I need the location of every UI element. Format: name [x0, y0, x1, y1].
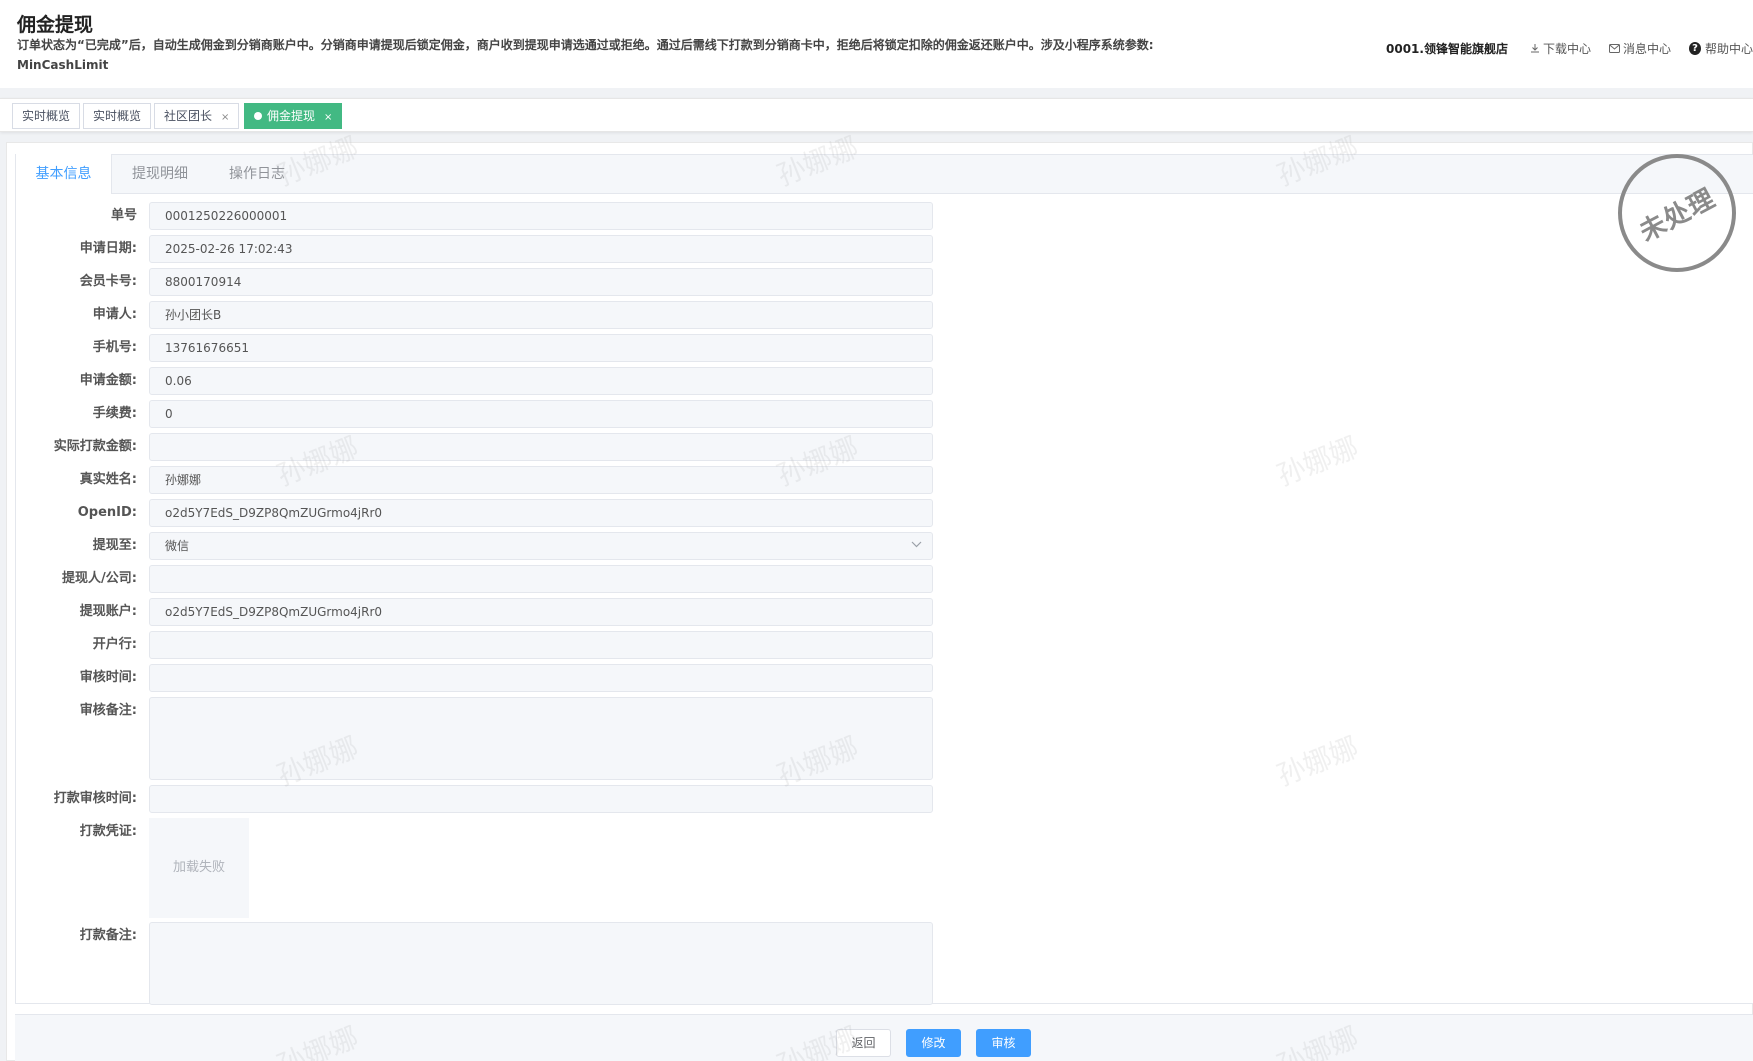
message-center-label: 消息中心 — [1622, 41, 1671, 56]
audit-remark-textarea[interactable] — [149, 697, 933, 780]
audit-time-label: 审核时间: — [79, 670, 137, 685]
pay-voucher-label: 打款凭证: — [79, 824, 137, 839]
store-name[interactable]: 0001.领锋智能旗舰店 — [1386, 40, 1508, 57]
page-tab-community-leader[interactable]: 社区团长 × — [154, 103, 240, 129]
openid-field[interactable]: o2d5Y7EdS_D9ZP8QmZUGrmo4jRr0 — [149, 499, 933, 527]
active-dot-icon — [254, 112, 262, 120]
page-tab-strip: 实时概览 实时概览 社区团长 × 佣金提现 × — [0, 98, 1753, 132]
page-header: 佣金提现 订单状态为“已完成”后，自动生成佣金到分销商账户中。分销商申请提现后锁… — [0, 0, 1753, 88]
page-description: 订单状态为“已完成”后，自动生成佣金到分销商账户中。分销商申请提现后锁定佣金，商… — [17, 38, 1154, 72]
applicant-label: 申请人: — [92, 307, 137, 322]
openid-label: OpenID: — [77, 505, 137, 520]
withdraw-to-label: 提现至: — [92, 538, 137, 553]
real-name-field[interactable]: 孙娜娜 — [149, 466, 933, 494]
mail-icon — [1608, 43, 1620, 53]
page-tab-label: 实时概览 — [22, 109, 71, 123]
page-tab-label: 佣金提现 — [267, 109, 316, 123]
apply-date-field[interactable]: 2025-02-26 17:02:43 — [149, 235, 933, 263]
status-stamp-text: 未处理 — [1635, 182, 1721, 248]
edit-button[interactable]: 修改 — [906, 1029, 961, 1057]
page-tab-label: 社区团长 — [164, 109, 213, 123]
phone-field[interactable]: 13761676651 — [149, 334, 933, 362]
pay-audit-time-field[interactable] — [149, 785, 933, 813]
basic-info-form: 单号 0001250226000001 申请日期: 2025-02-26 17:… — [15, 194, 1753, 1005]
chevron-down-icon — [911, 541, 922, 548]
fee-field[interactable]: 0 — [149, 400, 933, 428]
download-center-label: 下载中心 — [1542, 41, 1591, 56]
close-icon[interactable]: × — [324, 112, 332, 123]
pay-remark-label: 打款备注: — [79, 928, 137, 943]
audit-button[interactable]: 审核 — [976, 1029, 1031, 1057]
tab-operation-log[interactable]: 操作日志 — [229, 154, 285, 194]
help-center-label: 帮助中心 — [1704, 41, 1753, 56]
withdraw-to-value: 微信 — [165, 539, 190, 553]
close-icon[interactable]: × — [221, 112, 229, 123]
actual-amount-label: 实际打款金额: — [53, 439, 137, 454]
help-icon: ? — [1689, 41, 1701, 55]
withdraw-person-field[interactable] — [149, 565, 933, 593]
detail-tab-bar: 基本信息 提现明细 操作日志 — [15, 154, 1753, 195]
footer-action-bar: 返回 修改 审核 — [15, 1014, 1753, 1061]
actual-amount-field[interactable] — [149, 433, 933, 461]
back-button[interactable]: 返回 — [836, 1029, 891, 1057]
order-no-field[interactable]: 0001250226000001 — [149, 202, 933, 230]
bank-field[interactable] — [149, 631, 933, 659]
tab-withdraw-detail[interactable]: 提现明细 — [132, 154, 188, 194]
withdraw-to-select[interactable]: 微信 — [149, 532, 933, 560]
member-card-label: 会员卡号: — [79, 274, 137, 289]
fee-label: 手续费: — [92, 406, 137, 421]
pay-audit-time-label: 打款审核时间: — [53, 791, 137, 806]
withdraw-person-label: 提现人/公司: — [62, 571, 137, 586]
member-card-field[interactable]: 8800170914 — [149, 268, 933, 296]
bank-label: 开户行: — [92, 637, 137, 652]
pay-remark-textarea[interactable] — [149, 922, 933, 1005]
apply-amount-label: 申请金额: — [79, 373, 137, 388]
audit-remark-label: 审核备注: — [79, 703, 137, 718]
status-stamp: 未处理 — [1618, 154, 1736, 272]
real-name-label: 真实姓名: — [79, 472, 137, 487]
help-center-link[interactable]: ? 帮助中心 — [1689, 40, 1753, 57]
page-tab-realtime-overview-1[interactable]: 实时概览 — [12, 103, 81, 129]
page-tab-realtime-overview-2[interactable]: 实时概览 — [83, 103, 152, 129]
audit-time-field[interactable] — [149, 664, 933, 692]
pay-voucher-image[interactable]: 加载失败 — [149, 818, 249, 918]
withdraw-account-label: 提现账户: — [79, 604, 137, 619]
message-center-link[interactable]: 消息中心 — [1608, 40, 1671, 57]
download-center-link[interactable]: 下载中心 — [1530, 40, 1591, 57]
phone-label: 手机号: — [92, 340, 137, 355]
order-no-label: 单号 — [110, 208, 137, 223]
content-card: 基本信息 提现明细 操作日志 单号 0001250226000001 申请日期:… — [6, 142, 1753, 1061]
download-icon — [1530, 44, 1539, 53]
page-title: 佣金提现 — [17, 14, 94, 36]
header-toolbar: 0001.领锋智能旗舰店 下载中心 消息中心 ? 帮助中心 — [1386, 40, 1753, 56]
page-tab-label: 实时概览 — [93, 109, 142, 123]
applicant-field[interactable]: 孙小团长B — [149, 301, 933, 329]
tab-basic-info[interactable]: 基本信息 — [15, 154, 112, 195]
withdraw-account-field[interactable]: o2d5Y7EdS_D9ZP8QmZUGrmo4jRr0 — [149, 598, 933, 626]
page-tab-commission-withdraw[interactable]: 佣金提现 × — [244, 103, 343, 129]
apply-amount-field[interactable]: 0.06 — [149, 367, 933, 395]
apply-date-label: 申请日期: — [79, 241, 137, 256]
